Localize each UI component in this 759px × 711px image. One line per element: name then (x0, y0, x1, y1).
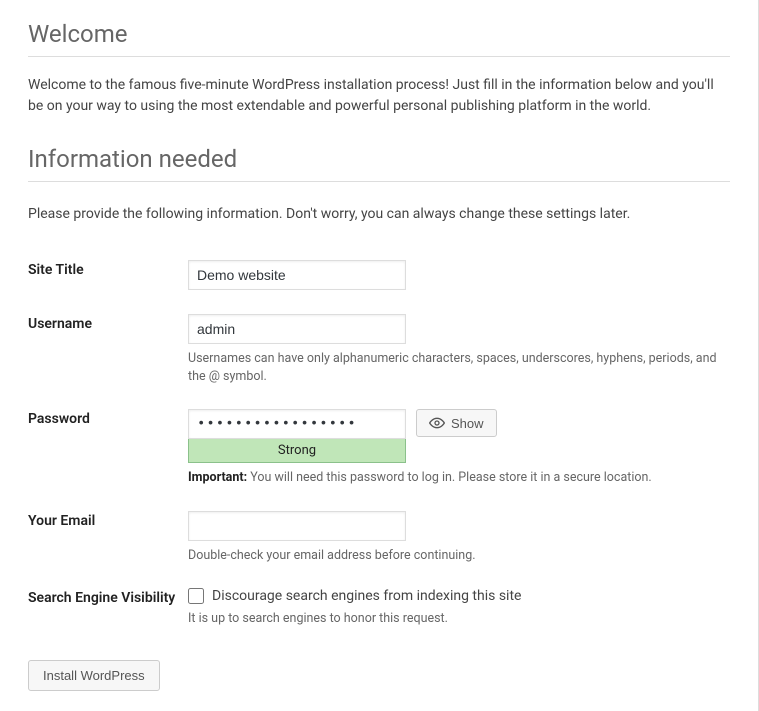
search-engine-checkbox-label[interactable]: Discourage search engines from indexing … (212, 588, 521, 604)
show-password-button[interactable]: Show (416, 409, 497, 437)
site-title-label: Site Title (28, 250, 188, 304)
search-engine-checkbox[interactable] (188, 588, 204, 604)
email-input[interactable] (188, 511, 406, 541)
intro-text: Welcome to the famous five-minute WordPr… (28, 75, 730, 117)
search-engine-hint: It is up to search engines to honor this… (188, 610, 730, 628)
welcome-heading: Welcome (28, 20, 730, 57)
username-hint: Usernames can have only alphanumeric cha… (188, 350, 730, 385)
email-label: Your Email (28, 501, 188, 579)
install-wordpress-button[interactable]: Install WordPress (28, 660, 160, 691)
password-label: Password (28, 399, 188, 501)
password-strength-meter: Strong (188, 439, 406, 463)
eye-icon (429, 415, 445, 431)
information-needed-heading: Information needed (28, 145, 730, 182)
sub-text: Please provide the following information… (28, 206, 730, 222)
email-hint: Double-check your email address before c… (188, 547, 730, 565)
username-label: Username (28, 304, 188, 399)
search-engine-label: Search Engine Visibility (28, 578, 188, 642)
site-title-input[interactable] (188, 260, 406, 290)
password-important: Important: You will need this password t… (188, 469, 730, 487)
show-password-label: Show (451, 416, 484, 431)
username-input[interactable] (188, 314, 406, 344)
password-input[interactable] (188, 409, 406, 439)
